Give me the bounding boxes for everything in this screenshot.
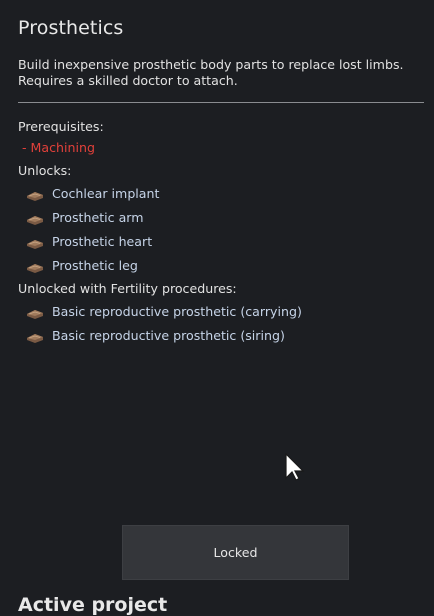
locked-button[interactable]: Locked (122, 525, 349, 580)
fertility-unlocks-label: Unlocked with Fertility procedures: (18, 281, 237, 296)
unlocks-label: Unlocks: (18, 163, 72, 178)
prosthetic-part-icon (26, 329, 44, 343)
prosthetic-part-icon (26, 305, 44, 319)
prosthetic-part-icon (26, 259, 44, 273)
prosthetic-part-icon (26, 211, 44, 225)
unlock-item-prosthetic-heart[interactable]: Prosthetic heart (26, 229, 159, 253)
unlock-item-label: Cochlear implant (52, 185, 160, 201)
unlock-item-label: Prosthetic leg (52, 257, 138, 273)
unlock-item-cochlear-implant[interactable]: Cochlear implant (26, 181, 159, 205)
fertility-unlocks-list: Basic reproductive prosthetic (carrying)… (26, 299, 302, 347)
mouse-cursor-icon (285, 453, 305, 481)
unlock-item-label: Basic reproductive prosthetic (carrying) (52, 303, 302, 319)
unlock-item-label: Prosthetic arm (52, 209, 144, 225)
unlock-item-reproductive-carrying[interactable]: Basic reproductive prosthetic (carrying) (26, 299, 302, 323)
unlock-item-prosthetic-arm[interactable]: Prosthetic arm (26, 205, 159, 229)
prerequisite-machining: - Machining (22, 140, 95, 155)
unlock-item-label: Basic reproductive prosthetic (siring) (52, 327, 285, 343)
unlocks-list: Cochlear implant Prosthetic arm Prosthet… (26, 181, 159, 277)
project-title: Prosthetics (18, 17, 124, 39)
prosthetic-part-icon (26, 187, 44, 201)
active-project-title: Active project (18, 594, 168, 616)
unlock-item-reproductive-siring[interactable]: Basic reproductive prosthetic (siring) (26, 323, 302, 347)
unlock-item-label: Prosthetic heart (52, 233, 153, 249)
prerequisites-label: Prerequisites: (18, 119, 104, 134)
project-description: Build inexpensive prosthetic body parts … (18, 57, 404, 88)
divider (18, 102, 424, 103)
unlock-item-prosthetic-leg[interactable]: Prosthetic leg (26, 253, 159, 277)
prosthetic-part-icon (26, 235, 44, 249)
research-details-panel: Prosthetics Build inexpensive prosthetic… (0, 0, 434, 616)
